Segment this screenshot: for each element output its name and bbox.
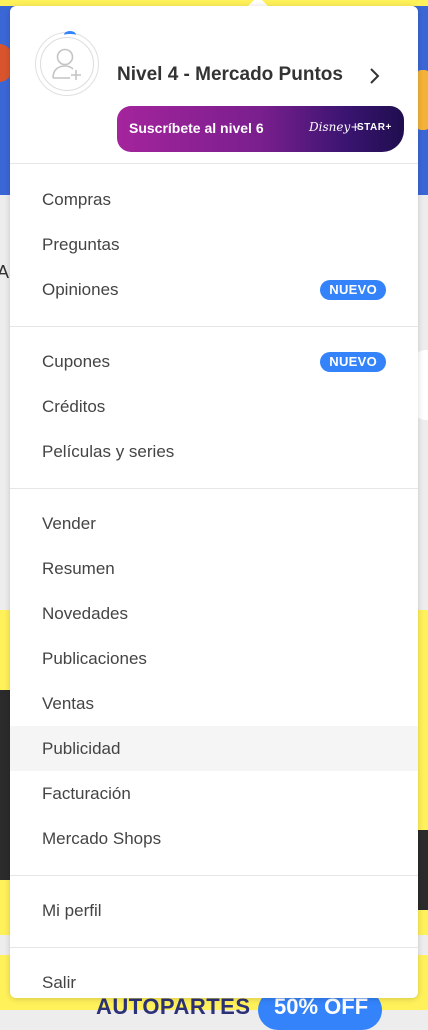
profile-header: Nivel 4 - Mercado Puntos Suscríbete al n… xyxy=(10,6,418,163)
menu-item-peliculas-series[interactable]: Películas y series xyxy=(10,429,418,474)
menu-item-label: Cupones xyxy=(42,352,111,371)
disney-plus-logo: Disney+ xyxy=(309,120,361,134)
chevron-right-icon[interactable] xyxy=(368,67,380,85)
menu-item-mercado-shops[interactable]: Mercado Shops xyxy=(10,816,418,861)
background-partial-text: A xyxy=(0,262,10,282)
menu-item-label: Mi perfil xyxy=(42,901,102,920)
menu-item-label: Opiniones xyxy=(42,280,119,299)
menu-item-ventas[interactable]: Ventas xyxy=(10,681,418,726)
menu-item-label: Salir xyxy=(42,973,77,992)
user-add-icon xyxy=(52,48,81,80)
menu-item-label: Películas y series xyxy=(42,442,175,461)
menu-item-label: Ventas xyxy=(42,694,94,713)
menu-item-label: Mercado Shops xyxy=(42,829,162,848)
level-progress-arc xyxy=(64,31,76,39)
menu-section-benefits: Cupones NUEVO Créditos Películas y serie… xyxy=(10,327,418,488)
menu-item-facturacion[interactable]: Facturación xyxy=(10,771,418,816)
menu-section-profile: Mi perfil xyxy=(10,876,418,947)
menu-item-label: Preguntas xyxy=(42,235,120,254)
menu-item-mi-perfil[interactable]: Mi perfil xyxy=(10,888,418,933)
menu-item-label: Facturación xyxy=(42,784,131,803)
menu-section-purchases: Compras Preguntas Opiniones NUEVO xyxy=(10,164,418,326)
subscribe-banner[interactable]: Suscríbete al nivel 6 Disney+ STAR+ xyxy=(117,106,404,152)
user-menu-dropdown: Nivel 4 - Mercado Puntos Suscríbete al n… xyxy=(10,6,418,998)
menu-item-creditos[interactable]: Créditos xyxy=(10,384,418,429)
menu-item-label: Resumen xyxy=(42,559,115,578)
menu-item-cupones[interactable]: Cupones NUEVO xyxy=(10,339,418,384)
avatar[interactable] xyxy=(35,31,99,96)
menu-item-label: Publicidad xyxy=(42,739,121,758)
menu-item-publicidad[interactable]: Publicidad xyxy=(10,726,418,771)
menu-section-logout: Salir xyxy=(10,948,418,998)
new-badge: NUEVO xyxy=(320,352,386,372)
menu-item-label: Vender xyxy=(42,514,96,533)
menu-item-vender[interactable]: Vender xyxy=(10,501,418,546)
menu-item-resumen[interactable]: Resumen xyxy=(10,546,418,591)
star-plus-logo: STAR+ xyxy=(357,122,392,133)
menu-section-selling: Vender Resumen Novedades Publicaciones V… xyxy=(10,489,418,875)
menu-item-label: Publicaciones xyxy=(42,649,147,668)
new-badge: NUEVO xyxy=(320,280,386,300)
menu-item-preguntas[interactable]: Preguntas xyxy=(10,222,418,267)
menu-item-label: Compras xyxy=(42,190,111,209)
menu-item-novedades[interactable]: Novedades xyxy=(10,591,418,636)
menu-item-salir[interactable]: Salir xyxy=(10,960,418,998)
menu-item-compras[interactable]: Compras xyxy=(10,177,418,222)
menu-item-publicaciones[interactable]: Publicaciones xyxy=(10,636,418,681)
menu-item-opiniones[interactable]: Opiniones NUEVO xyxy=(10,267,418,312)
subscribe-label: Suscríbete al nivel 6 xyxy=(129,120,264,136)
menu-item-label: Novedades xyxy=(42,604,129,623)
loyalty-level-link[interactable]: Nivel 4 - Mercado Puntos xyxy=(117,64,343,86)
menu-item-label: Créditos xyxy=(42,397,106,416)
